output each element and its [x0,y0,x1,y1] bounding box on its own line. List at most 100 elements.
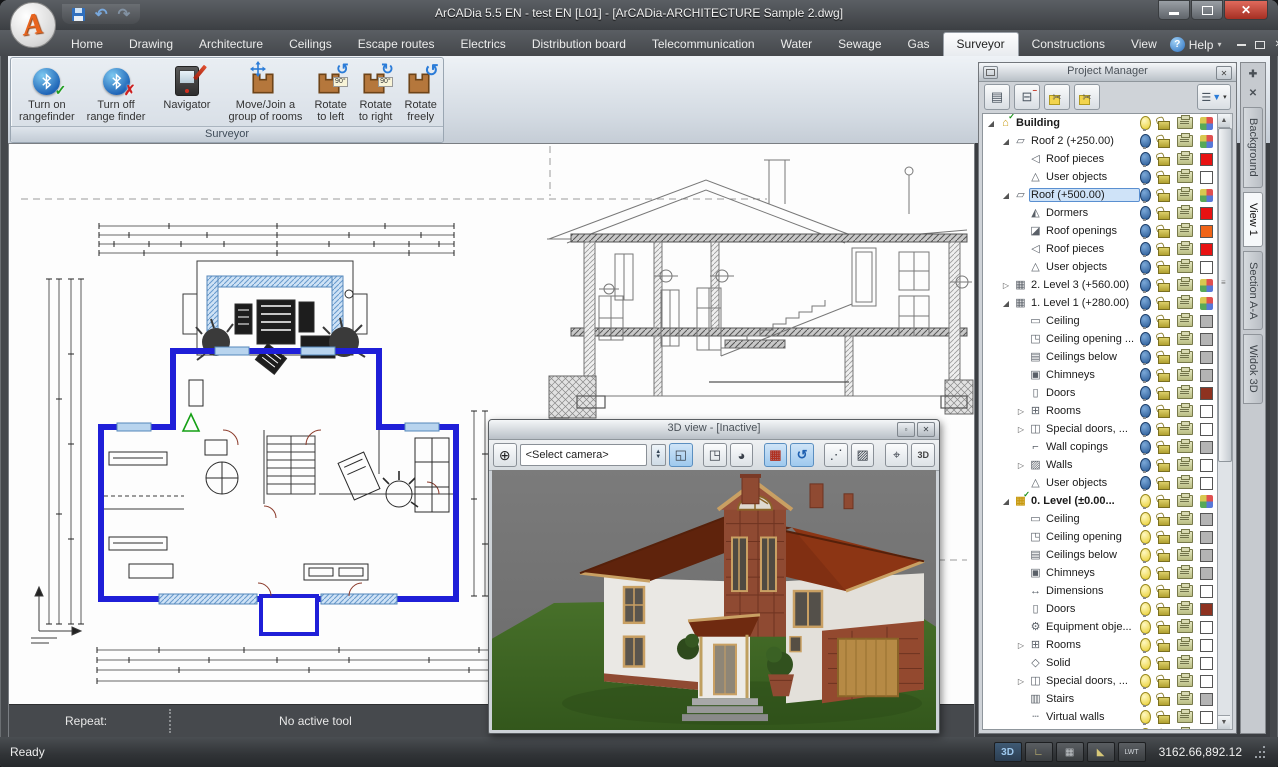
color-swatch[interactable] [1200,639,1213,652]
copy-fragment-button[interactable]: ✂ [1074,84,1100,110]
visibility-bulb-icon[interactable] [1140,116,1151,130]
add-view-button[interactable]: ✚ [1244,66,1262,82]
printer-icon[interactable] [1177,711,1193,723]
color-swatch[interactable] [1200,567,1213,580]
unlock-icon[interactable] [1158,553,1170,562]
printer-icon[interactable] [1177,531,1193,543]
unlock-icon[interactable] [1158,139,1170,148]
visibility-bulb-icon[interactable] [1140,368,1151,382]
doc-restore-button[interactable] [1255,41,1265,49]
tree-row[interactable]: ◭Dormers [983,204,1217,222]
color-swatch[interactable] [1200,495,1213,508]
tab-constructions[interactable]: Constructions [1019,33,1118,56]
color-swatch[interactable] [1200,441,1213,454]
unlock-icon[interactable] [1158,301,1170,310]
unlock-icon[interactable] [1158,481,1170,490]
expand-closed-icon[interactable]: ▷ [1015,641,1027,650]
unlock-icon[interactable] [1158,283,1170,292]
unlock-icon[interactable] [1158,625,1170,634]
tree-item-label[interactable]: 2. Level 3 (+560.00) [1029,279,1140,291]
printer-icon[interactable] [1177,621,1193,633]
printer-icon[interactable] [1177,279,1193,291]
tree-row[interactable]: ◢▦1. Level 1 (+280.00) [983,294,1217,312]
color-swatch[interactable] [1200,549,1213,562]
lwt-toggle[interactable]: LWT [1118,742,1146,762]
close-button[interactable]: ✕ [1224,0,1268,20]
tree-row[interactable]: ▯Doors [983,600,1217,618]
unlock-icon[interactable] [1158,589,1170,598]
ucs-toggle[interactable]: ∟ [1025,742,1053,762]
printer-icon[interactable] [1177,117,1193,129]
expand-open-icon[interactable]: ◢ [985,119,997,128]
unlock-icon[interactable] [1158,319,1170,328]
color-swatch[interactable] [1200,423,1213,436]
printer-icon[interactable] [1177,513,1193,525]
tree-row[interactable]: ▥Stairs [983,690,1217,708]
visibility-bulb-icon[interactable] [1140,674,1151,688]
color-swatch[interactable] [1200,135,1213,148]
visibility-bulb-icon[interactable] [1140,728,1151,730]
camera-select[interactable]: <Select camera> [520,444,647,466]
scroll-down-icon[interactable]: ▼ [1218,715,1230,729]
unlock-icon[interactable] [1158,679,1170,688]
unlock-icon[interactable] [1158,697,1170,706]
section-plane-button[interactable]: ▨ [851,443,875,467]
printer-icon[interactable] [1177,171,1193,183]
tree-row[interactable]: ▷⊞Rooms [983,636,1217,654]
color-swatch[interactable] [1200,405,1213,418]
color-swatch[interactable] [1200,711,1213,724]
tab-distribution-board[interactable]: Distribution board [519,33,639,56]
unlock-icon[interactable] [1158,175,1170,184]
visibility-bulb-icon[interactable] [1140,260,1151,274]
tree-item-label[interactable]: Wall copings [1044,729,1140,730]
scroll-thumb[interactable] [1218,128,1232,462]
tab-drawing[interactable]: Drawing [116,33,186,56]
visibility-bulb-icon[interactable] [1140,548,1151,562]
3d-close-button[interactable]: ✕ [917,422,935,437]
visibility-bulb-icon[interactable] [1140,710,1151,724]
plan-3d-toggle[interactable]: 3D [994,742,1022,762]
rotate-to-left-button[interactable]: ↺90°Rotateto left [308,61,352,127]
expand-closed-icon[interactable]: ▷ [1015,407,1027,416]
unlock-icon[interactable] [1158,445,1170,454]
tree-row[interactable]: △User objects [983,474,1217,492]
tree-row[interactable]: ◇Solid [983,654,1217,672]
visibility-bulb-icon[interactable] [1140,638,1151,652]
printer-icon[interactable] [1177,567,1193,579]
unlock-icon[interactable] [1158,355,1170,364]
color-swatch[interactable] [1200,117,1213,130]
tab-water[interactable]: Water [768,33,826,56]
printer-icon[interactable] [1177,387,1193,399]
printer-icon[interactable] [1177,207,1193,219]
printer-icon[interactable] [1177,153,1193,165]
tab-surveyor[interactable]: Surveyor [943,32,1019,56]
visibility-bulb-icon[interactable] [1140,458,1151,472]
tree-row[interactable]: ◳Ceiling opening [983,528,1217,546]
tree-row[interactable]: ▣Chimneys [983,564,1217,582]
unlock-icon[interactable] [1158,157,1170,166]
help-menu[interactable]: ? Help ▾ [1170,37,1222,56]
visibility-bulb-icon[interactable] [1140,314,1151,328]
tree-row[interactable]: ┄Virtual walls [983,708,1217,726]
filter-elements-button[interactable]: ☰▼▾ [1197,84,1231,110]
tab-home[interactable]: Home [58,33,116,56]
printer-icon[interactable] [1177,333,1193,345]
color-swatch[interactable] [1200,297,1213,310]
color-swatch[interactable] [1200,477,1213,490]
tree-item-label[interactable]: Ceiling opening [1044,531,1140,543]
visibility-bulb-icon[interactable] [1140,134,1151,148]
tree-row[interactable]: △User objects [983,168,1217,186]
tree-item-label[interactable]: Ceiling [1044,315,1140,327]
color-swatch[interactable] [1200,387,1213,400]
tree-item-label[interactable]: User objects [1044,477,1140,489]
printer-icon[interactable] [1177,729,1193,730]
tree-item-label[interactable]: Roof openings [1044,225,1140,237]
visibility-bulb-icon[interactable] [1140,584,1151,598]
tree-item-label[interactable]: Roof (+500.00) [1029,188,1140,202]
color-swatch[interactable] [1200,693,1213,706]
ortho-toggle[interactable]: ◣ [1087,742,1115,762]
tree-item-label[interactable]: Wall copings [1044,441,1140,453]
tree-item-label[interactable]: Stairs [1044,693,1140,705]
tree-item-label[interactable]: User objects [1044,261,1140,273]
tree-row[interactable]: ▯Doors [983,384,1217,402]
